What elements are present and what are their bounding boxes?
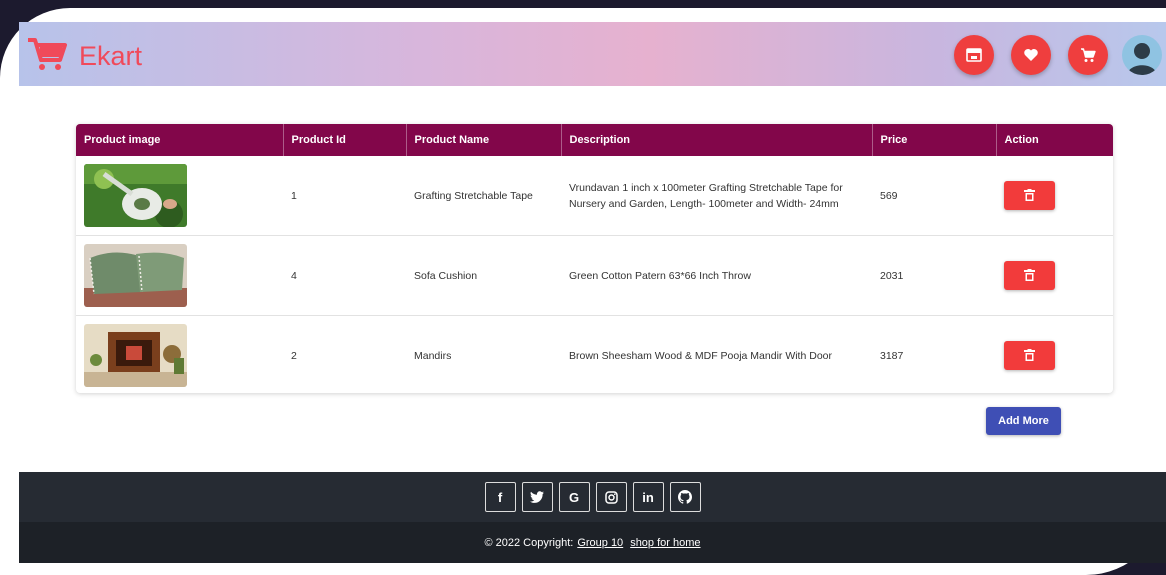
product-id: 2 [291, 349, 297, 362]
facebook-link[interactable]: f [484, 482, 516, 512]
copyright-text: © 2022 Copyright: [484, 536, 574, 549]
table-header-row: Product image Product Id Product Name De… [76, 124, 1113, 156]
product-price: 2031 [872, 235, 996, 316]
app-window: Ekart Product image Product Id Product N… [19, 22, 1166, 563]
trash-icon [1024, 349, 1035, 361]
table-row: 1 Grafting Stretchable Tape Vrundavan 1 … [76, 156, 1113, 236]
product-image-mandir[interactable] [84, 324, 187, 387]
github-icon [678, 490, 692, 504]
footer-social-bar: f G in [19, 472, 1166, 522]
delete-button[interactable] [1004, 261, 1055, 290]
column-header-action: Action [996, 124, 1113, 156]
column-header-price: Price [872, 124, 997, 156]
wishlist-button[interactable] [1011, 35, 1051, 75]
column-header-description: Description [561, 124, 873, 156]
trash-icon [1024, 269, 1035, 281]
product-id: 1 [283, 156, 406, 236]
user-avatar[interactable] [1122, 35, 1162, 75]
product-id: 4 [283, 235, 406, 316]
footer-copyright-bar: © 2022 Copyright: Group 10 shop for home [19, 522, 1166, 563]
store-button[interactable] [954, 35, 994, 75]
group-link[interactable]: Group 10 [577, 537, 623, 549]
product-name: Sofa Cushion [406, 235, 561, 316]
navbar: Ekart [19, 22, 1166, 86]
shop-for-home-link[interactable]: shop for home [630, 537, 700, 549]
twitter-link[interactable] [521, 482, 553, 512]
column-header-name: Product Name [406, 124, 562, 156]
brand-name: Ekart [79, 41, 143, 71]
nav-icon-group [937, 35, 1162, 75]
product-image-cushion[interactable] [84, 244, 187, 307]
products-table: Product image Product Id Product Name De… [76, 124, 1113, 393]
google-link[interactable]: G [558, 482, 590, 512]
instagram-icon [604, 490, 618, 504]
linkedin-icon: in [642, 489, 654, 505]
instagram-link[interactable] [595, 482, 627, 512]
delete-button[interactable] [1004, 341, 1055, 370]
column-header-image: Product image [76, 124, 284, 156]
cart-button[interactable] [1068, 35, 1108, 75]
table-row: 2 Mandirs Brown Sheesham Wood & MDF Pooj… [76, 316, 1113, 394]
google-icon: G [568, 489, 580, 505]
user-icon [1127, 43, 1157, 75]
product-description: Green Cotton Patern 63*66 Inch Throw [561, 235, 872, 316]
table-row: 4 Sofa Cushion Green Cotton Patern 63*66… [76, 235, 1113, 316]
delete-button[interactable] [1004, 181, 1055, 210]
linkedin-link[interactable]: in [632, 482, 664, 512]
twitter-icon [530, 491, 544, 503]
brand-logo[interactable]: Ekart [27, 36, 142, 77]
add-more-button[interactable]: Add More [986, 407, 1061, 435]
store-icon [966, 48, 982, 62]
github-link[interactable] [669, 482, 701, 512]
trash-icon [1024, 189, 1035, 201]
facebook-icon: f [497, 489, 503, 505]
product-description: Brown Sheesham Wood & MDF Pooja Mandir W… [569, 349, 832, 362]
product-name: Grafting Stretchable Tape [406, 156, 561, 236]
product-price: 3187 [880, 349, 904, 362]
product-description: Vrundavan 1 inch x 100meter Grafting Str… [561, 156, 872, 236]
heart-icon [1024, 49, 1038, 61]
cart-icon [1081, 47, 1096, 62]
column-header-id: Product Id [283, 124, 407, 156]
product-image-tape[interactable] [84, 164, 187, 227]
shopping-cart-logo-icon [27, 36, 67, 77]
product-price: 569 [872, 156, 996, 236]
product-name: Mandirs [414, 349, 452, 362]
